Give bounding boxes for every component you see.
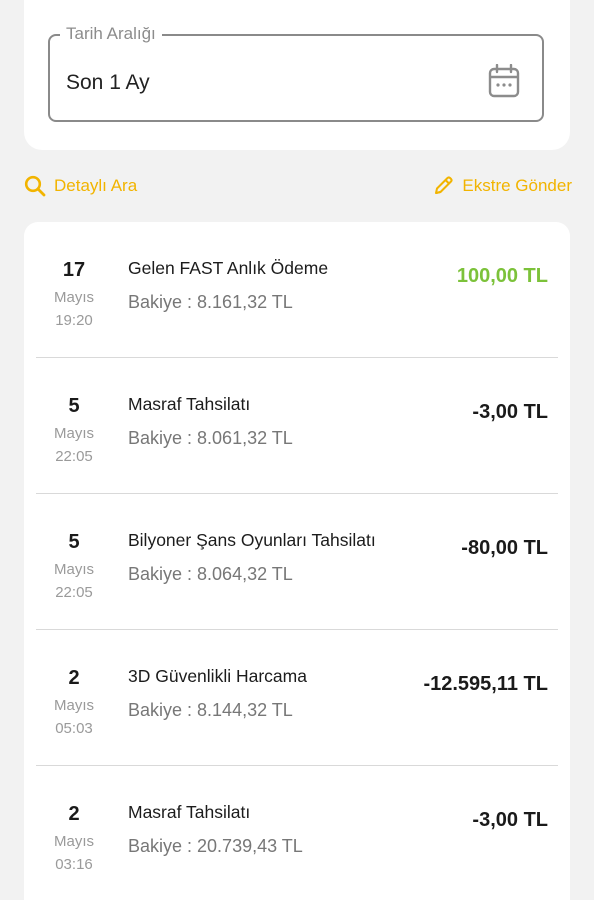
transaction-title: 3D Güvenlikli Harcama — [128, 666, 307, 686]
transaction-day: 2 — [68, 667, 80, 689]
transaction-balance: Bakiye : 8.144,32 TL — [128, 700, 293, 720]
transaction-date: 2 Mayıs 03:16 — [40, 802, 108, 875]
transaction-month: Mayıs — [53, 697, 94, 714]
transaction-balance: Bakiye : 8.161,32 TL — [128, 292, 293, 312]
transaction-amount: 100,00 TL — [456, 265, 548, 287]
transaction-date: 17 Mayıs 19:20 — [40, 258, 108, 331]
transaction-row[interactable]: 17 Mayıs 19:20 Gelen FAST Anlık Ödeme Ba… — [24, 222, 570, 358]
transaction-amount: -80,00 TL — [461, 537, 548, 559]
transaction-balance: Bakiye : 8.064,32 TL — [128, 564, 293, 584]
date-range-value: Son 1 Ay — [66, 71, 150, 94]
transaction-title: Masraf Tahsilatı — [128, 802, 251, 822]
transaction-title: Bilyoner Şans Oyunları Tahsilatı — [128, 530, 376, 550]
transaction-date: 5 Mayıs 22:05 — [40, 530, 108, 603]
transaction-amount: -3,00 TL — [472, 809, 548, 831]
calendar-icon[interactable] — [488, 63, 520, 98]
transaction-row[interactable]: 2 Mayıs 03:16 Masraf Tahsilatı Bakiye : … — [24, 766, 570, 900]
transaction-amount: -3,00 TL — [472, 401, 548, 423]
transaction-day: 5 — [68, 395, 80, 417]
transactions-screen: Tarih Aralığı Son 1 Ay Detaylı Ara Ekstr… — [0, 0, 594, 900]
transactions-list: 17 Mayıs 19:20 Gelen FAST Anlık Ödeme Ba… — [24, 222, 570, 900]
transaction-date: 5 Mayıs 22:05 — [40, 394, 108, 467]
transaction-time: 22:05 — [55, 584, 93, 601]
transaction-amount: -12.595,11 TL — [423, 673, 548, 695]
transaction-title: Gelen FAST Anlık Ödeme — [128, 258, 329, 278]
send-statement-button[interactable]: Ekstre Gönder — [432, 174, 572, 198]
transaction-day: 5 — [68, 531, 80, 553]
transaction-balance: Bakiye : 8.061,32 TL — [128, 428, 293, 448]
date-range-label: Tarih Aralığı — [60, 23, 162, 45]
transaction-month: Mayıs — [53, 833, 94, 850]
transaction-date: 2 Mayıs 05:03 — [40, 666, 108, 739]
date-range-field[interactable]: Tarih Aralığı Son 1 Ay — [48, 23, 544, 122]
send-statement-label: Ekstre Gönder — [462, 176, 572, 195]
transaction-day: 2 — [68, 803, 80, 825]
pencil-icon — [432, 175, 462, 197]
filter-card: Tarih Aralığı Son 1 Ay — [24, 0, 570, 150]
transaction-title: Masraf Tahsilatı — [128, 394, 251, 414]
transaction-month: Mayıs — [53, 561, 94, 578]
transaction-month: Mayıs — [53, 289, 94, 306]
transaction-time: 19:20 — [55, 312, 93, 329]
transaction-month: Mayıs — [53, 425, 94, 442]
detailed-search-label: Detaylı Ara — [54, 176, 138, 195]
transaction-day: 17 — [62, 259, 86, 281]
transaction-time: 22:05 — [55, 448, 93, 465]
search-icon — [24, 175, 54, 197]
transaction-row[interactable]: 2 Mayıs 05:03 3D Güvenlikli Harcama Baki… — [24, 630, 570, 766]
transaction-row[interactable]: 5 Mayıs 22:05 Masraf Tahsilatı Bakiye : … — [24, 358, 570, 494]
transaction-time: 03:16 — [55, 856, 93, 873]
detailed-search-button[interactable]: Detaylı Ara — [24, 174, 137, 198]
transaction-row[interactable]: 5 Mayıs 22:05 Bilyoner Şans Oyunları Tah… — [24, 494, 570, 630]
transaction-balance: Bakiye : 20.739,43 TL — [128, 836, 303, 856]
transaction-time: 05:03 — [55, 720, 93, 737]
actions-row: Detaylı Ara Ekstre Gönder — [24, 174, 572, 202]
